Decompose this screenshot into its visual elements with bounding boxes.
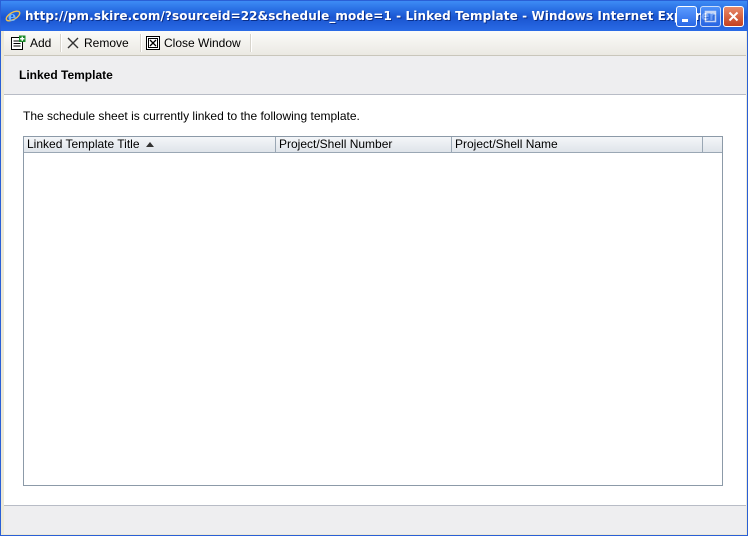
page-header: Linked Template (4, 56, 746, 95)
remove-x-icon (67, 37, 79, 49)
toolbar-separator (140, 34, 142, 52)
status-bar (4, 505, 746, 534)
minimize-icon (682, 19, 688, 22)
maximize-button[interactable] (700, 6, 721, 27)
toolbar-separator (250, 34, 252, 52)
close-window-icon (146, 36, 160, 50)
page-content: Linked Template The schedule sheet is cu… (4, 56, 746, 505)
close-button[interactable] (723, 6, 744, 27)
close-window-button[interactable]: Close Window (146, 31, 241, 55)
toolbar: Add Remove Close Window (4, 31, 746, 56)
column-header-linked-template-title[interactable]: Linked Template Title (24, 137, 276, 152)
browser-window: e http://pm.skire.com/?sourceid=22&sched… (0, 0, 748, 536)
column-header-label: Project/Shell Name (455, 137, 558, 151)
close-icon (728, 11, 739, 22)
remove-label: Remove (84, 36, 129, 50)
svg-text:e: e (8, 10, 16, 24)
maximize-icon (704, 10, 717, 23)
column-header-menu[interactable] (703, 137, 722, 152)
page-title: Linked Template (19, 68, 113, 82)
linked-template-table: Linked Template Title Project/Shell Numb… (23, 136, 723, 486)
description-text: The schedule sheet is currently linked t… (23, 109, 360, 123)
window-title: http://pm.skire.com/?sourceid=22&schedul… (25, 9, 716, 23)
minimize-button[interactable] (676, 6, 697, 27)
add-button[interactable]: Add (10, 31, 51, 55)
title-bar[interactable]: e http://pm.skire.com/?sourceid=22&sched… (1, 1, 747, 31)
column-header-label: Project/Shell Number (279, 137, 393, 151)
add-document-icon (11, 35, 26, 50)
toolbar-separator (60, 34, 62, 52)
remove-button[interactable]: Remove (66, 31, 129, 55)
ie-icon: e (5, 8, 21, 25)
add-label: Add (30, 36, 52, 50)
column-header-project-shell-number[interactable]: Project/Shell Number (276, 137, 452, 152)
table-header: Linked Template Title Project/Shell Numb… (24, 137, 722, 153)
column-header-project-shell-name[interactable]: Project/Shell Name (452, 137, 703, 152)
sort-ascending-icon (145, 142, 154, 148)
column-header-label: Linked Template Title (27, 137, 140, 151)
close-window-label: Close Window (164, 36, 241, 50)
